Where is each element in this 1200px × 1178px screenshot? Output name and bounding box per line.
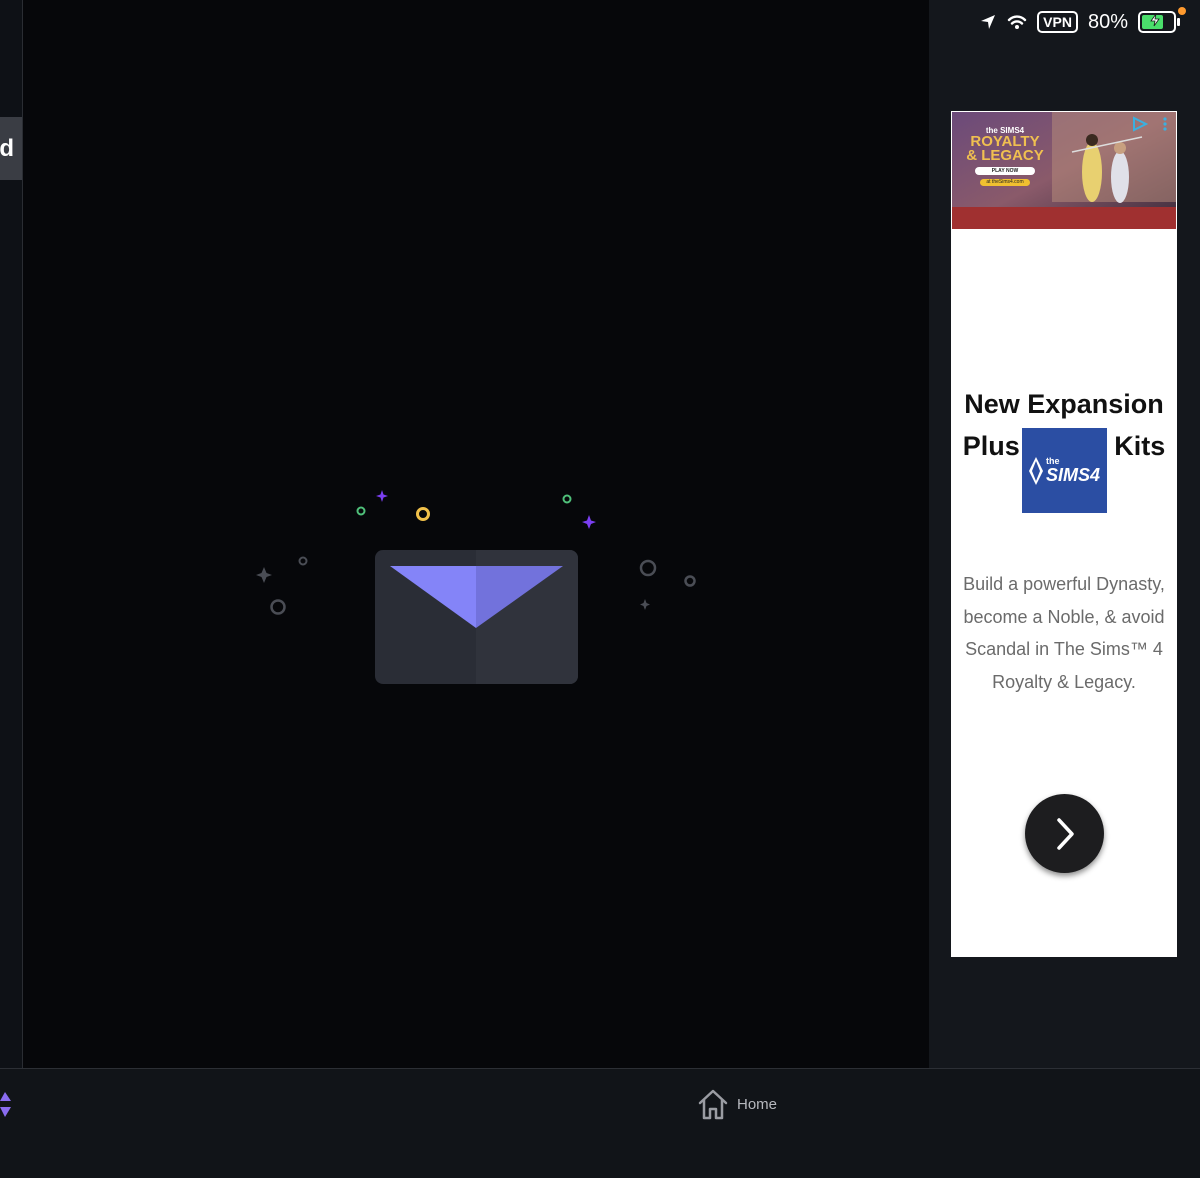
ring-icon: [639, 559, 657, 577]
ring-icon: [416, 507, 430, 521]
location-arrow-icon: [981, 15, 996, 29]
sparkle-icon: [582, 515, 596, 529]
battery-icon: [1138, 7, 1186, 33]
logo-main-text: SIMS4: [1045, 465, 1101, 485]
wifi-icon: [1007, 15, 1027, 29]
battery-percent: 80%: [1087, 10, 1128, 33]
ad-banner-image[interactable]: the SIMS4 ROYALTY & LEGACY PLAY NOW at t…: [952, 112, 1176, 229]
ad-banner-cta[interactable]: PLAY NOW: [975, 167, 1035, 175]
home-label: Home: [737, 1095, 778, 1113]
status-bar: VPN 80%: [979, 7, 1186, 36]
main-content: [23, 0, 929, 1068]
ad-next-button[interactable]: [1025, 794, 1104, 873]
ring-icon: [270, 599, 286, 615]
sparkle-icon: [376, 490, 388, 502]
home-icon: [698, 1089, 728, 1120]
sims-logo[interactable]: the SIMS4: [1022, 428, 1107, 513]
ring-icon: [356, 506, 366, 516]
ad-title-line-1: New Expansion: [964, 389, 1164, 419]
envelope-icon: [375, 550, 578, 684]
sparkle-icon: [640, 599, 650, 610]
ad-body-text: Build a powerful Dynasty, become a Noble…: [963, 574, 1165, 692]
ring-icon: [298, 556, 308, 566]
chevron-right-icon: [1056, 817, 1074, 850]
empty-inbox-illustration: [256, 490, 696, 684]
left-tab-label: ed: [0, 134, 15, 162]
ad-banner-headline-2: & LEGACY: [966, 147, 1044, 164]
sort-arrows-icon[interactable]: [0, 1092, 12, 1118]
bottom-bar: [0, 1068, 1200, 1178]
ad-banner-site: at theSims4.com: [980, 179, 1030, 186]
plumbob-icon: [1028, 456, 1043, 485]
vpn-badge: VPN: [1037, 11, 1078, 33]
sparkle-icon: [256, 567, 272, 583]
privacy-indicator-dot: [1178, 7, 1186, 15]
ring-icon: [684, 575, 696, 587]
home-nav-button[interactable]: Home: [697, 1088, 777, 1120]
left-tab[interactable]: ed: [0, 117, 22, 180]
ring-icon: [562, 494, 572, 504]
